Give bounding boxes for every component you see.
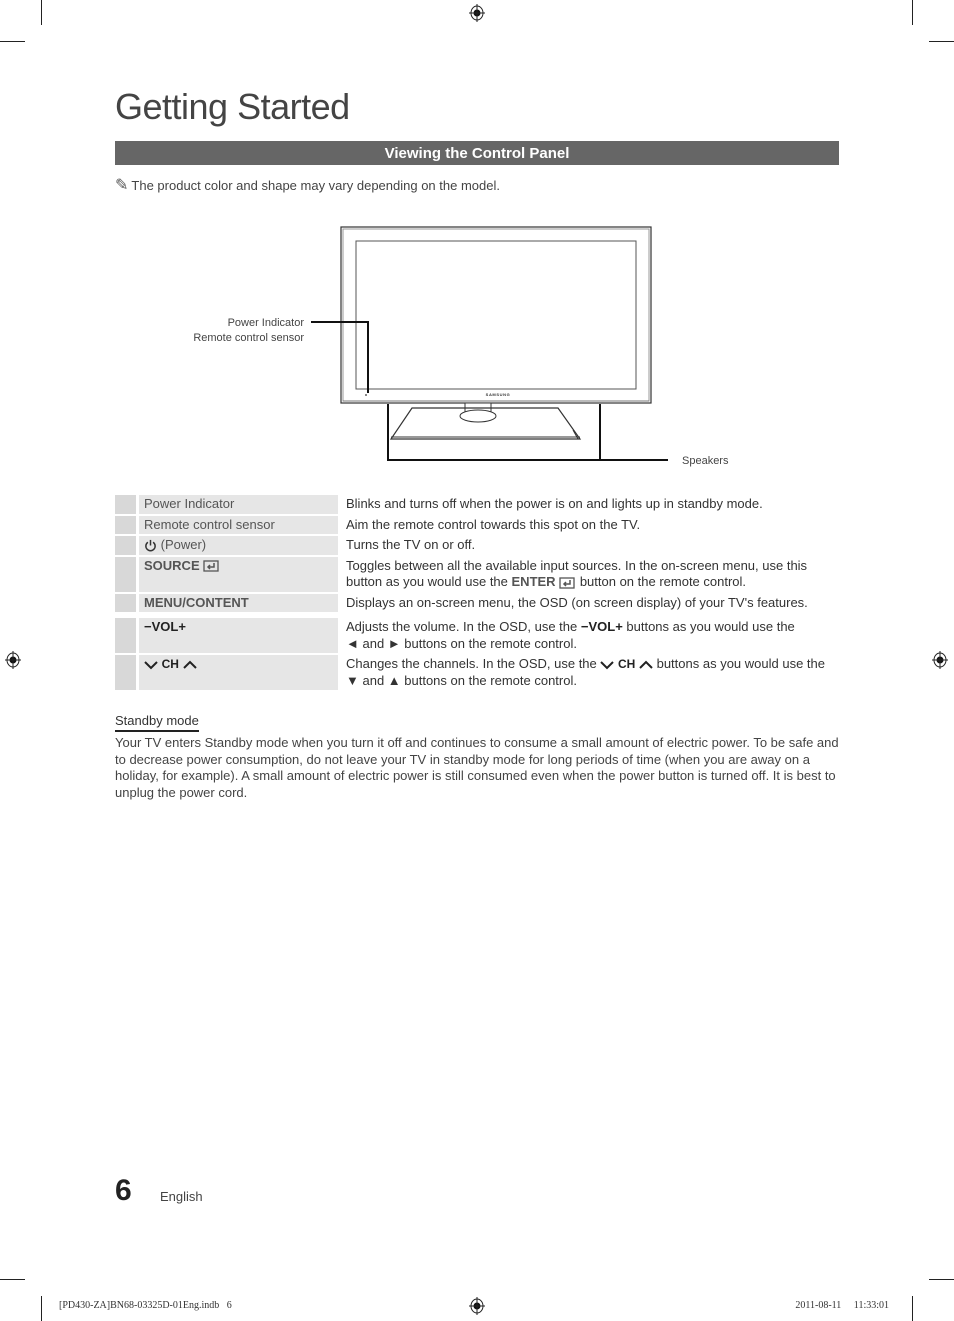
control-name: CH [136, 655, 338, 690]
control-name: (Power) [136, 536, 338, 555]
table-row: (Power) Turns the TV on or off. [115, 536, 839, 555]
row-swatch [115, 556, 136, 592]
registration-mark-icon [932, 651, 948, 669]
section-banner: Viewing the Control Panel [115, 141, 839, 165]
crop-mark [41, 1296, 42, 1321]
control-desc: Toggles between all the available input … [338, 556, 839, 592]
control-desc: Aim the remote control towards this spot… [338, 515, 839, 534]
minus-icon: − [144, 619, 152, 634]
source-label: SOURCE [144, 557, 200, 573]
desc-text: buttons as you would use the [622, 619, 795, 634]
desc-text: buttons as you would use the [652, 656, 825, 671]
row-swatch [115, 515, 136, 534]
enter-label: ENTER [511, 574, 556, 589]
row-swatch [115, 593, 136, 612]
print-slug-datetime: 2011-08-11 11:33:01 [795, 1300, 889, 1311]
tv-diagram: SAMSUNG Power Indicator Remote control s… [193, 226, 729, 467]
table-row: MENU/CONTENT Displays an on-screen menu,… [115, 593, 839, 612]
inline-vol-label: −VOL+ [581, 619, 623, 634]
desc-text: Changes the channels. In the OSD, use th… [346, 656, 601, 671]
crop-mark [929, 1279, 954, 1280]
ch-label: CH [161, 657, 179, 671]
controls-table: Power Indicator Blinks and turns off whe… [115, 493, 839, 692]
plus-icon: + [615, 619, 623, 634]
chevron-down-icon [144, 660, 158, 669]
crop-mark [929, 41, 954, 42]
control-desc: Turns the TV on or off. [338, 536, 839, 555]
inline-ch-label: CH [618, 657, 636, 671]
control-desc: Displays an on-screen menu, the OSD (on … [338, 593, 839, 612]
control-desc: Changes the channels. In the OSD, use th… [338, 655, 839, 690]
callout-line-speakers [387, 404, 668, 461]
row-swatch [115, 536, 136, 555]
callout-remote-sensor: Remote control sensor [193, 332, 304, 344]
desc-text: ◄ and ► buttons on the remote control. [346, 635, 577, 651]
enter-icon [559, 576, 575, 589]
row-swatch [115, 614, 136, 653]
table-row: SOURCE Toggles between all the available… [115, 556, 839, 592]
standby-body: Your TV enters Standby mode when you tur… [115, 735, 839, 801]
crop-mark [912, 0, 913, 25]
vol-label: VOL [151, 619, 179, 634]
page-language: English [160, 1189, 203, 1204]
control-desc: Adjusts the volume. In the OSD, use the … [338, 614, 839, 653]
note: ✎ The product color and shape may vary de… [115, 175, 500, 195]
table-row: Power Indicator Blinks and turns off whe… [115, 495, 839, 514]
control-name: MENU/CONTENT [136, 593, 338, 612]
crop-mark [0, 1279, 25, 1280]
crop-mark [912, 1296, 913, 1321]
note-text: The product color and shape may vary dep… [131, 178, 500, 193]
desc-text: Adjusts the volume. In the OSD, use the [346, 619, 581, 634]
vol-text: VOL [588, 619, 616, 634]
registration-mark-icon [469, 4, 485, 22]
power-icon [145, 539, 156, 552]
page-title: Getting Started [115, 86, 350, 127]
control-name: Power Indicator [136, 495, 338, 514]
desc-text: button on the remote control. [576, 574, 747, 589]
standby-heading: Standby mode [115, 713, 199, 732]
crop-mark [41, 0, 42, 25]
chevron-up-icon [639, 660, 653, 669]
pencil-note-icon: ✎ [115, 177, 129, 194]
source-enter-icon [203, 560, 219, 572]
callout-speakers: Speakers [682, 455, 729, 467]
page-number: 6 [115, 1174, 132, 1207]
row-swatch [115, 495, 136, 514]
chevron-up-icon [182, 660, 197, 669]
control-name: Remote control sensor [136, 515, 338, 534]
brand-logo: SAMSUNG [486, 392, 511, 397]
registration-mark-icon [5, 651, 21, 669]
row-swatch [115, 655, 136, 690]
power-label: (Power) [160, 537, 207, 552]
table-row: CH Changes the channels. In the OSD, use… [115, 655, 839, 690]
crop-mark [0, 41, 25, 42]
desc-text: ▼ and ▲ buttons on the remote control. [346, 672, 577, 688]
control-name: −VOL+ [136, 614, 338, 653]
control-desc: Blinks and turns off when the power is o… [338, 495, 839, 514]
chevron-down-icon [600, 660, 615, 669]
plus-icon: + [178, 619, 186, 634]
table-row: Remote control sensor Aim the remote con… [115, 515, 839, 534]
control-name: SOURCE [136, 556, 338, 592]
callout-power-indicator: Power Indicator [228, 317, 305, 329]
table-row: −VOL+ Adjusts the volume. In the OSD, us… [115, 614, 839, 653]
print-slug-file: [PD430-ZA]BN68-03325D-01Eng.indb 6 [59, 1300, 232, 1311]
registration-mark-icon [469, 1297, 485, 1315]
